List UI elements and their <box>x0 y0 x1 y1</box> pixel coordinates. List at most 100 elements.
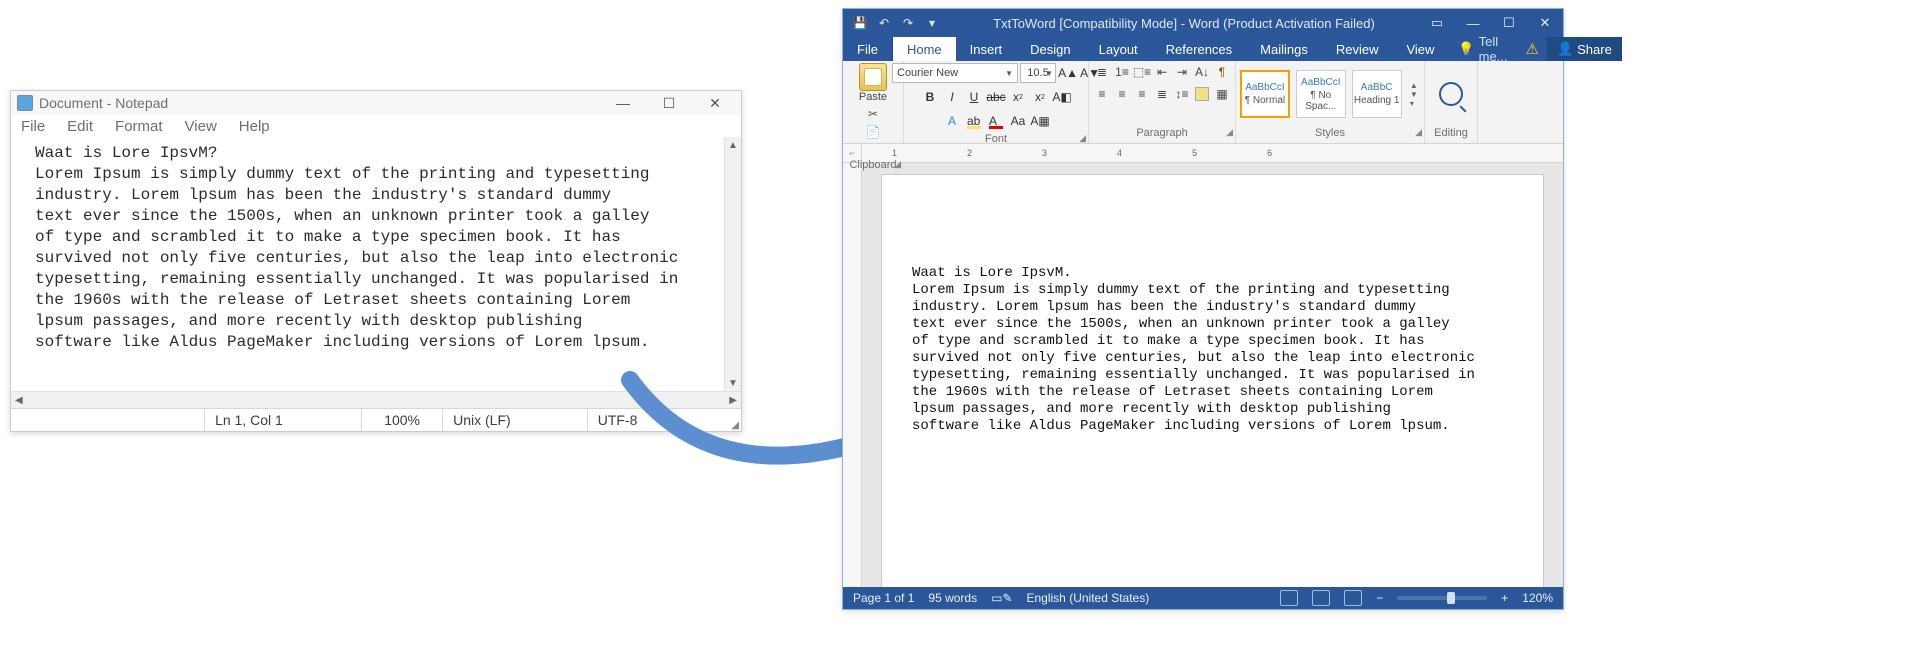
tab-design[interactable]: Design <box>1016 37 1084 61</box>
increase-indent-icon[interactable]: ⇥ <box>1173 63 1191 81</box>
tab-mailings[interactable]: Mailings <box>1246 37 1322 61</box>
superscript-button[interactable]: x2 <box>1030 87 1050 107</box>
status-position: Ln 1, Col 1 <box>205 409 362 431</box>
align-left-icon[interactable]: ≡ <box>1093 85 1111 103</box>
borders-icon[interactable]: ▦ <box>1213 85 1231 103</box>
proofing-icon[interactable]: ▭✎ <box>991 591 1012 605</box>
paste-icon <box>859 63 887 91</box>
strikethrough-button[interactable]: abc <box>986 87 1006 107</box>
read-mode-icon[interactable] <box>1280 590 1298 606</box>
font-name-combo[interactable]: Courier New▼ <box>892 63 1018 83</box>
text-effects-icon[interactable]: A <box>942 111 962 131</box>
clear-formatting-icon[interactable]: A◧ <box>1052 87 1072 107</box>
font-size-combo[interactable]: 10.5▼ <box>1020 63 1056 83</box>
justify-icon[interactable]: ≣ <box>1153 85 1171 103</box>
subscript-button[interactable]: x2 <box>1008 87 1028 107</box>
styles-gallery-more[interactable]: ▲▼▾ <box>1408 81 1420 108</box>
zoom-slider[interactable] <box>1397 596 1487 600</box>
print-layout-icon[interactable] <box>1312 590 1330 606</box>
ribbon-tabs: File Home Insert Design Layout Reference… <box>843 37 1563 61</box>
notepad-title: Document - Notepad <box>39 95 168 111</box>
document-area[interactable]: Waat is Lore IpsvM. Lorem Ipsum is simpl… <box>862 163 1563 587</box>
paste-button[interactable]: Paste <box>854 63 892 103</box>
cut-icon[interactable]: ✂ <box>865 107 881 121</box>
word-close-button[interactable]: ✕ <box>1527 9 1563 37</box>
menu-file[interactable]: File <box>21 118 45 135</box>
tell-me-search[interactable]: 💡 Tell me... <box>1448 37 1517 61</box>
ribbon-options-icon[interactable]: ▭ <box>1419 9 1455 37</box>
notepad-vertical-scrollbar[interactable]: ▲ ▼ <box>724 137 741 391</box>
style-heading-1[interactable]: AaBbC Heading 1 <box>1352 70 1402 118</box>
menu-edit[interactable]: Edit <box>67 118 93 135</box>
undo-icon[interactable]: ↶ <box>875 14 893 32</box>
zoom-out-icon[interactable]: − <box>1376 591 1383 605</box>
tab-layout[interactable]: Layout <box>1085 37 1152 61</box>
close-button[interactable]: ✕ <box>695 93 735 113</box>
copy-icon[interactable]: 📄 <box>865 125 881 139</box>
status-language[interactable]: English (United States) <box>1027 591 1150 605</box>
align-center-icon[interactable]: ≡ <box>1113 85 1131 103</box>
align-right-icon[interactable]: ≡ <box>1133 85 1151 103</box>
status-wordcount[interactable]: 95 words <box>928 591 977 605</box>
character-shading-icon[interactable]: A▦ <box>1030 111 1050 131</box>
notepad-text: Waat is Lore IpsvM? Lorem Ipsum is simpl… <box>35 143 735 353</box>
shading-icon[interactable] <box>1193 85 1211 103</box>
tab-view[interactable]: View <box>1392 37 1448 61</box>
font-dialog-launcher[interactable]: ◢ <box>1079 133 1086 144</box>
decrease-indent-icon[interactable]: ⇤ <box>1153 63 1171 81</box>
sort-icon[interactable]: A↓ <box>1193 63 1211 81</box>
scroll-left-icon[interactable]: ◀ <box>15 395 23 406</box>
menu-help[interactable]: Help <box>239 118 270 135</box>
ribbon-group-paragraph: ≣ 1≡ ⬚≡ ⇤ ⇥ A↓ ¶ ≡ ≡ ≡ ≣ ↕≡ <box>1089 61 1236 143</box>
zoom-level[interactable]: 120% <box>1522 591 1553 605</box>
minimize-button[interactable]: — <box>603 93 643 113</box>
word-workspace: ⌐ 1 2 3 4 5 6 Waat is Lore IpsvM. Lorem … <box>843 144 1563 587</box>
styles-dialog-launcher[interactable]: ◢ <box>1415 127 1422 138</box>
notepad-icon <box>17 95 33 111</box>
vertical-ruler[interactable]: ⌐ <box>843 144 862 587</box>
redo-icon[interactable]: ↷ <box>899 14 917 32</box>
multilevel-list-icon[interactable]: ⬚≡ <box>1133 63 1151 81</box>
word-minimize-button[interactable]: — <box>1455 9 1491 37</box>
page: Waat is Lore IpsvM. Lorem Ipsum is simpl… <box>882 175 1543 587</box>
tab-insert[interactable]: Insert <box>956 37 1017 61</box>
line-spacing-icon[interactable]: ↕≡ <box>1173 85 1191 103</box>
web-layout-icon[interactable] <box>1344 590 1362 606</box>
word-statusbar: Page 1 of 1 95 words ▭✎ English (United … <box>843 587 1563 609</box>
status-page[interactable]: Page 1 of 1 <box>853 591 914 605</box>
tab-file[interactable]: File <box>843 37 893 61</box>
clipboard-dialog-launcher[interactable]: ◢ <box>894 159 901 170</box>
bold-button[interactable]: B <box>920 87 940 107</box>
save-icon[interactable]: 💾 <box>851 14 869 32</box>
tab-review[interactable]: Review <box>1322 37 1393 61</box>
grow-font-icon[interactable]: A▲ <box>1058 63 1078 83</box>
menu-view[interactable]: View <box>185 118 217 135</box>
maximize-button[interactable]: ☐ <box>649 93 689 113</box>
share-button[interactable]: 👤 Share <box>1547 37 1622 61</box>
highlight-color-button[interactable]: ab <box>964 111 984 131</box>
qat-customize-icon[interactable]: ▾ <box>923 14 941 32</box>
numbering-icon[interactable]: 1≡ <box>1113 63 1131 81</box>
font-color-button[interactable]: A <box>986 111 1006 131</box>
word-titlebar: 💾 ↶ ↷ ▾ TxtToWord [Compatibility Mode] -… <box>843 9 1563 37</box>
word-maximize-button[interactable]: ☐ <box>1491 9 1527 37</box>
zoom-in-icon[interactable]: + <box>1501 591 1508 605</box>
notepad-menubar: File Edit Format View Help <box>11 115 741 137</box>
show-marks-icon[interactable]: ¶ <box>1213 63 1231 81</box>
menu-format[interactable]: Format <box>115 118 163 135</box>
find-icon[interactable] <box>1439 82 1463 106</box>
paragraph-dialog-launcher[interactable]: ◢ <box>1226 127 1233 138</box>
document-text[interactable]: Waat is Lore IpsvM. Lorem Ipsum is simpl… <box>912 265 1513 435</box>
horizontal-ruler[interactable]: 1 2 3 4 5 6 <box>862 144 1563 163</box>
style-no-spacing[interactable]: AaBbCcI ¶ No Spac... <box>1296 70 1346 118</box>
notepad-text-area[interactable]: Waat is Lore IpsvM? Lorem Ipsum is simpl… <box>11 137 741 391</box>
scroll-up-icon[interactable]: ▲ <box>725 137 741 153</box>
change-case-icon[interactable]: Aa <box>1008 111 1028 131</box>
italic-button[interactable]: I <box>942 87 962 107</box>
activation-warning-icon[interactable]: ⚠ <box>1518 37 1547 61</box>
underline-button[interactable]: U <box>964 87 984 107</box>
tab-home[interactable]: Home <box>893 37 956 61</box>
style-normal[interactable]: AaBbCcI ¶ Normal <box>1240 70 1290 118</box>
tab-references[interactable]: References <box>1152 37 1246 61</box>
bullets-icon[interactable]: ≣ <box>1093 63 1111 81</box>
